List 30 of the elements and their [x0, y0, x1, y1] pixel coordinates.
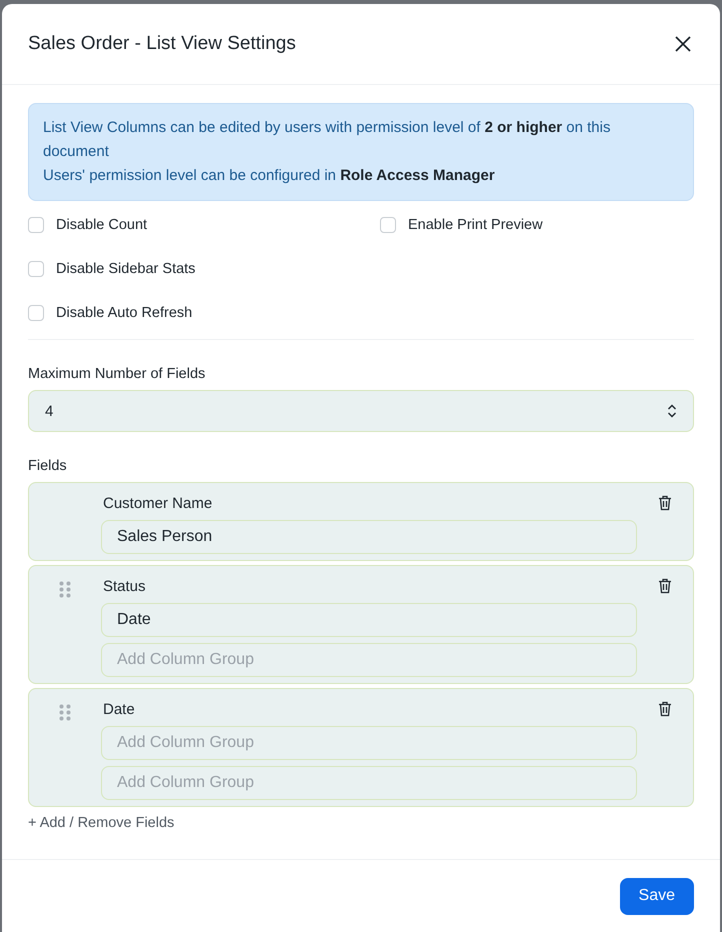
trash-icon[interactable]	[658, 578, 672, 594]
column-group-field[interactable]: Add Column Group	[101, 726, 637, 760]
notice-text: Users' permission level can be configured in Role Access Manager	[43, 166, 496, 186]
field-name: Status	[102, 577, 147, 597]
checkbox-label: Disable Count	[56, 217, 148, 233]
dialog-title: Sales Order - List View Settings	[28, 33, 296, 55]
checkbox-label: Enable Print Preview	[408, 217, 543, 233]
column-group-field[interactable]: Sales Person	[101, 520, 637, 554]
field-name: Date	[102, 700, 136, 720]
trash-icon[interactable]	[658, 495, 672, 511]
checkbox[interactable]	[28, 217, 44, 233]
field-label: Fields	[28, 458, 68, 474]
checkbox-label: Disable Sidebar Stats	[56, 261, 196, 277]
chevron-icon	[667, 403, 677, 419]
notice-text: List View Columns can be edited by users with permission level of 2 or higher on this document	[43, 118, 612, 162]
save-button[interactable]: Save	[620, 878, 694, 914]
column-group-field[interactable]: Add Column Group	[101, 643, 637, 677]
add-remove-fields-link[interactable]: + Add / Remove Fields	[28, 815, 174, 831]
checkbox[interactable]	[380, 217, 396, 233]
checkbox[interactable]	[28, 261, 44, 277]
column-group-field[interactable]: Date	[101, 603, 637, 637]
trash-icon[interactable]	[658, 701, 672, 717]
drag-handle-icon[interactable]	[59, 581, 71, 598]
field-name: Customer Name	[102, 494, 214, 514]
drag-handle-icon[interactable]	[59, 704, 71, 721]
checkbox-label: Disable Auto Refresh	[56, 305, 192, 321]
field-label: Maximum Number of Fields	[28, 366, 206, 382]
number-select[interactable]: 4	[28, 390, 694, 432]
column-group-field[interactable]: Add Column Group	[101, 766, 637, 800]
checkbox[interactable]	[28, 305, 44, 321]
